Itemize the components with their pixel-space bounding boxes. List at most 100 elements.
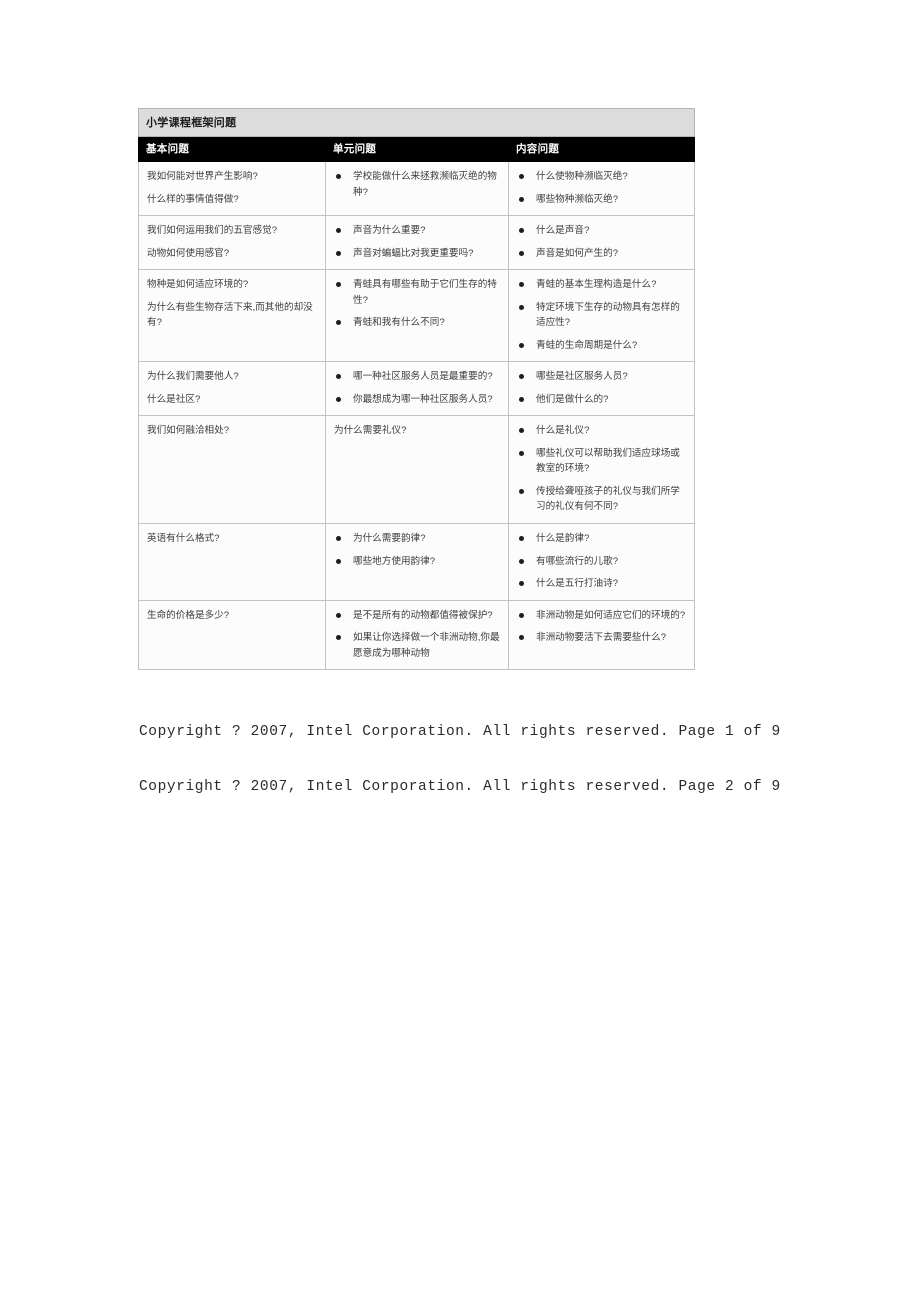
question-text: 有哪些流行的儿歌? <box>536 555 619 567</box>
bullet-dot-icon <box>519 396 524 402</box>
bullet-dot-icon <box>336 374 341 380</box>
column-header-essential: 基本问题 <box>138 136 326 162</box>
bullet-dot-icon <box>519 488 524 494</box>
question-text: 英语有什么格式? <box>147 532 220 544</box>
question-text: 是不是所有的动物都值得被保护? <box>353 609 493 621</box>
curriculum-framework-table-container: 小学课程框架问题 基本问题 单元问题 内容问题 我如何能对世界产生影响? 什么样的… <box>137 108 696 671</box>
question-bullet-item: 非洲动物是如何适应它们的环境的? <box>517 608 686 624</box>
question-text: 哪些地方使用韵律? <box>353 555 436 567</box>
table-cell-essential: 物种是如何适应环境的? 为什么有些生物存活下来,而其他的却没有? <box>138 269 326 363</box>
bullet-dot-icon <box>519 196 524 202</box>
bullet-dot-icon <box>519 558 524 564</box>
bullet-dot-icon <box>519 282 524 288</box>
bullet-dot-icon <box>519 342 524 348</box>
question-bullet-item: 哪些物种濒临灭绝? <box>517 192 686 208</box>
question-bullet-item: 为什么需要韵律? <box>334 531 500 547</box>
question-text: 我们如何运用我们的五官感觉? <box>147 225 278 237</box>
table-row: 生命的价格是多少? 是不是所有的动物都值得被保护? 如果让你选择做一个非洲动物,你最… <box>138 599 696 671</box>
question-bullet-item: 青蛙具有哪些有助于它们生存的特性? <box>334 277 500 308</box>
footer-copyright-page-1: Copyright ? 2007, Intel Corporation. All… <box>139 724 781 740</box>
bullet-dot-icon <box>519 228 524 234</box>
question-text: 声音是如何产生的? <box>536 247 619 259</box>
question-text: 什么样的事情值得做? <box>147 193 239 205</box>
table-title-row: 小学课程框架问题 <box>137 108 696 137</box>
question-bullet-item: 他们是做什么的? <box>517 392 686 408</box>
question-text: 他们是做什么的? <box>536 393 609 405</box>
table-cell-unit: 为什么需要礼仪? <box>325 415 509 524</box>
question-bullet-list: 什么使物种濒临灭绝? 哪些物种濒临灭绝? <box>517 169 686 207</box>
question-bullet-item: 传授给聋哑孩子的礼仪与我们所学习的礼仪有何不同? <box>517 484 686 515</box>
question-text: 哪一种社区服务人员是最重要的? <box>353 371 493 383</box>
bullet-dot-icon <box>336 282 341 288</box>
table-row: 我如何能对世界产生影响? 什么样的事情值得做? 学校能做什么来拯救濒临灭绝的物种? 什… <box>138 160 696 217</box>
bullet-dot-icon <box>336 396 341 402</box>
table-row: 我们如何运用我们的五官感觉? 动物如何使用感官? 声音为什么重要? 声音对蝙蝠比对我更… <box>138 215 696 271</box>
question-text: 哪些是社区服务人员? <box>536 371 628 383</box>
question-bullet-item: 是不是所有的动物都值得被保护? <box>334 608 500 624</box>
bullet-dot-icon <box>336 320 341 326</box>
question-bullet-list: 声音为什么重要? 声音对蝙蝠比对我更重要吗? <box>334 223 500 261</box>
table-cell-content: 哪些是社区服务人员? 他们是做什么的? <box>507 361 696 417</box>
table-cell-content: 非洲动物是如何适应它们的环境的? 非洲动物要活下去需要些什么? <box>507 599 696 671</box>
question-text: 物种是如何适应环境的? <box>147 279 249 291</box>
question-text: 非洲动物要活下去需要些什么? <box>536 632 667 644</box>
question-text: 传授给聋哑孩子的礼仪与我们所学习的礼仪有何不同? <box>536 485 680 513</box>
question-bullet-list: 哪一种社区服务人员是最重要的? 你最想成为哪一种社区服务人员? <box>334 369 500 407</box>
question-text: 动物如何使用感官? <box>147 247 230 259</box>
question-bullet-list: 学校能做什么来拯救濒临灭绝的物种? <box>334 169 500 200</box>
table-row: 为什么我们需要他人? 什么是社区? 哪一种社区服务人员是最重要的? 你最想成为哪一种社… <box>138 361 696 417</box>
bullet-dot-icon <box>519 374 524 380</box>
question-bullet-item: 有哪些流行的儿歌? <box>517 554 686 570</box>
question-text: 为什么需要礼仪? <box>334 425 407 437</box>
table-title: 小学课程框架问题 <box>137 108 696 137</box>
question-bullet-item: 声音是如何产生的? <box>517 246 686 262</box>
question-text: 为什么需要韵律? <box>353 532 426 544</box>
question-text: 学校能做什么来拯救濒临灭绝的物种? <box>353 171 497 198</box>
question-bullet-item: 你最想成为哪一种社区服务人员? <box>334 392 500 408</box>
question-text: 青蛙的生命周期是什么? <box>536 339 638 351</box>
question-text: 什么是声音? <box>536 225 590 237</box>
bullet-dot-icon <box>336 558 341 564</box>
question-text: 哪些物种濒临灭绝? <box>536 193 619 205</box>
table-row: 物种是如何适应环境的? 为什么有些生物存活下来,而其他的却没有? 青蛙具有哪些有助于… <box>138 269 696 363</box>
question-bullet-item: 青蛙的生命周期是什么? <box>517 338 686 354</box>
question-bullet-item: 声音对蝙蝠比对我更重要吗? <box>334 246 500 262</box>
question-text: 如果让你选择做一个非洲动物,你最愿意成为哪种动物 <box>353 632 500 659</box>
question-text: 你最想成为哪一种社区服务人员? <box>353 393 493 405</box>
question-text: 声音为什么重要? <box>353 225 426 237</box>
table-cell-content: 什么使物种濒临灭绝? 哪些物种濒临灭绝? <box>507 160 696 217</box>
question-text: 声音对蝙蝠比对我更重要吗? <box>353 247 474 259</box>
question-text: 我们如何融洽相处? <box>147 425 230 437</box>
question-bullet-list: 为什么需要韵律? 哪些地方使用韵律? <box>334 531 500 569</box>
question-text: 什么是礼仪? <box>536 425 590 437</box>
question-bullet-list: 是不是所有的动物都值得被保护? 如果让你选择做一个非洲动物,你最愿意成为哪种动物 <box>334 608 500 662</box>
question-bullet-item: 什么是礼仪? <box>517 423 686 439</box>
bullet-dot-icon <box>336 174 341 179</box>
question-bullet-list: 青蛙的基本生理构造是什么? 特定环境下生存的动物具有怎样的适应性? 青蛙的生命周期是… <box>517 277 686 353</box>
bullet-dot-icon <box>336 535 341 541</box>
table-cell-content: 什么是礼仪? 哪些礼仪可以帮助我们适应球场或教室的环境? 传授给聋哑孩子的礼仪与我们… <box>507 415 696 524</box>
table-cell-unit: 青蛙具有哪些有助于它们生存的特性? 青蛙和我有什么不同? <box>325 269 509 363</box>
question-bullet-item: 什么使物种濒临灭绝? <box>517 169 686 185</box>
bullet-dot-icon <box>336 635 341 641</box>
table-cell-essential: 我们如何融洽相处? <box>138 415 326 524</box>
bullet-dot-icon <box>519 635 524 641</box>
table-cell-essential: 为什么我们需要他人? 什么是社区? <box>138 361 326 417</box>
table-header-row: 基本问题 单元问题 内容问题 <box>138 136 696 162</box>
column-header-content: 内容问题 <box>507 136 696 162</box>
question-text: 非洲动物是如何适应它们的环境的? <box>536 609 686 621</box>
question-text: 为什么有些生物存活下来,而其他的却没有? <box>147 301 313 329</box>
question-text: 哪些礼仪可以帮助我们适应球场或教室的环境? <box>536 447 680 475</box>
question-bullet-list: 青蛙具有哪些有助于它们生存的特性? 青蛙和我有什么不同? <box>334 277 500 331</box>
table-cell-unit: 声音为什么重要? 声音对蝙蝠比对我更重要吗? <box>325 215 509 271</box>
table-row: 我们如何融洽相处? 为什么需要礼仪? 什么是礼仪? 哪些礼仪可以帮助我们适应球场或教室… <box>138 415 696 524</box>
question-text: 青蛙的基本生理构造是什么? <box>536 279 657 291</box>
question-text: 什么使物种濒临灭绝? <box>536 171 628 182</box>
question-bullet-item: 什么是声音? <box>517 223 686 239</box>
question-bullet-item: 声音为什么重要? <box>334 223 500 239</box>
question-text: 特定环境下生存的动物具有怎样的适应性? <box>536 301 680 329</box>
table-cell-essential: 我们如何运用我们的五官感觉? 动物如何使用感官? <box>138 215 326 271</box>
question-bullet-item: 什么是五行打油诗? <box>517 576 686 592</box>
question-bullet-item: 哪一种社区服务人员是最重要的? <box>334 369 500 385</box>
question-bullet-item: 哪些地方使用韵律? <box>334 554 500 570</box>
